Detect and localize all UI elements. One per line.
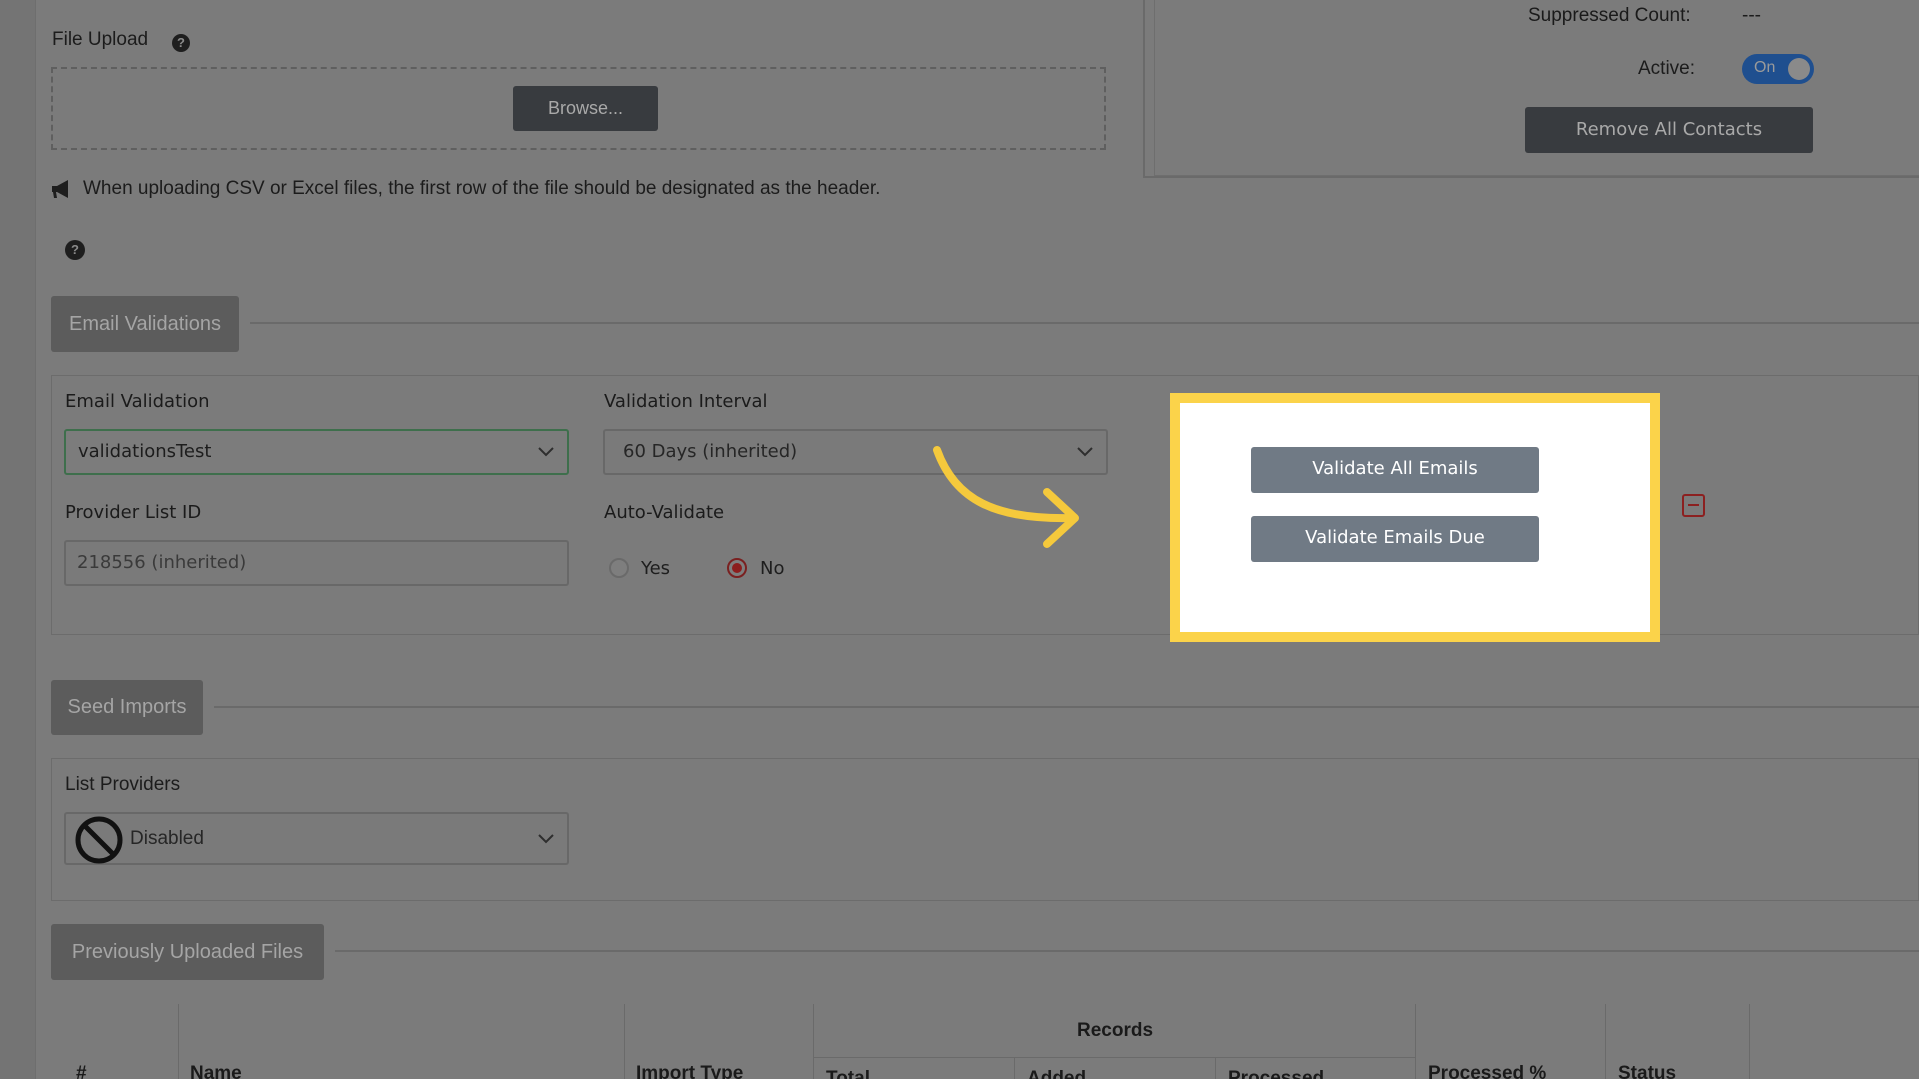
provider-list-id-field[interactable]: 218556 (inherited): [64, 540, 569, 586]
validate-all-emails-button[interactable]: Validate All Emails: [1251, 447, 1539, 493]
validate-emails-due-button[interactable]: Validate Emails Due: [1251, 516, 1539, 562]
column-divider: [1415, 1004, 1416, 1079]
help-icon[interactable]: ?: [65, 240, 85, 260]
email-validation-value: validationsTest: [78, 441, 212, 462]
remove-all-contacts-button[interactable]: Remove All Contacts: [1525, 107, 1813, 153]
email-validation-select[interactable]: validationsTest: [64, 429, 569, 475]
column-divider: [1749, 1004, 1750, 1079]
auto-validate-label: Auto-Validate: [604, 502, 725, 523]
suppressed-count-value: ---: [1742, 5, 1761, 26]
validation-interval-label: Validation Interval: [604, 391, 768, 412]
row-divider: [813, 1057, 1415, 1058]
disabled-icon: [75, 816, 123, 864]
left-gutter: [0, 0, 36, 1079]
browse-button[interactable]: Browse...: [513, 86, 658, 131]
section-divider: [214, 706, 1919, 708]
column-divider: [1014, 1058, 1015, 1079]
upload-notice: When uploading CSV or Excel files, the f…: [83, 178, 881, 199]
column-header-name[interactable]: Name: [190, 1063, 242, 1079]
provider-list-id-label: Provider List ID: [65, 502, 202, 523]
validation-interval-value: 60 Days (inherited): [623, 441, 798, 462]
column-header-import-type[interactable]: Import Type: [636, 1063, 743, 1079]
column-header-processed-pct[interactable]: Processed %: [1428, 1063, 1546, 1079]
column-header-total[interactable]: Total: [826, 1068, 870, 1079]
megaphone-icon: [50, 178, 74, 200]
curved-arrow-icon: [933, 446, 1079, 548]
active-toggle-text: On: [1754, 59, 1776, 76]
auto-validate-no-radio[interactable]: [727, 558, 747, 578]
section-divider: [335, 950, 1919, 952]
column-header-added[interactable]: Added: [1027, 1068, 1086, 1079]
column-divider: [813, 1004, 814, 1079]
column-divider: [624, 1004, 625, 1079]
list-providers-value: Disabled: [130, 828, 204, 849]
chevron-down-icon: [538, 834, 554, 844]
column-divider: [1605, 1004, 1606, 1079]
column-divider: [1215, 1058, 1216, 1079]
column-header-num[interactable]: #: [76, 1063, 87, 1079]
file-upload-label: File Upload: [52, 29, 149, 50]
section-email-validations[interactable]: Email Validations: [51, 296, 239, 352]
active-toggle[interactable]: On: [1742, 54, 1814, 84]
column-header-processed[interactable]: Processed: [1228, 1068, 1324, 1079]
column-header-records: Records: [1077, 1020, 1154, 1041]
auto-validate-yes-label: Yes: [641, 558, 671, 579]
suppressed-count-label: Suppressed Count:: [1528, 5, 1691, 26]
list-providers-select[interactable]: Disabled: [64, 812, 569, 865]
help-icon[interactable]: ?: [172, 34, 190, 52]
auto-validate-yes-radio[interactable]: [609, 558, 629, 578]
active-label: Active:: [1638, 58, 1696, 79]
toggle-knob: [1788, 58, 1810, 80]
auto-validate-no-label: No: [760, 558, 785, 579]
column-divider: [178, 1004, 179, 1079]
chevron-down-icon: [538, 447, 554, 457]
collapse-icon[interactable]: [1682, 494, 1705, 517]
list-providers-label: List Providers: [65, 774, 181, 795]
email-validation-label: Email Validation: [65, 391, 210, 412]
section-seed-imports[interactable]: Seed Imports: [51, 680, 203, 735]
column-header-status[interactable]: Status: [1618, 1063, 1676, 1079]
section-previously-uploaded-files[interactable]: Previously Uploaded Files: [51, 924, 324, 980]
section-divider: [250, 322, 1919, 324]
